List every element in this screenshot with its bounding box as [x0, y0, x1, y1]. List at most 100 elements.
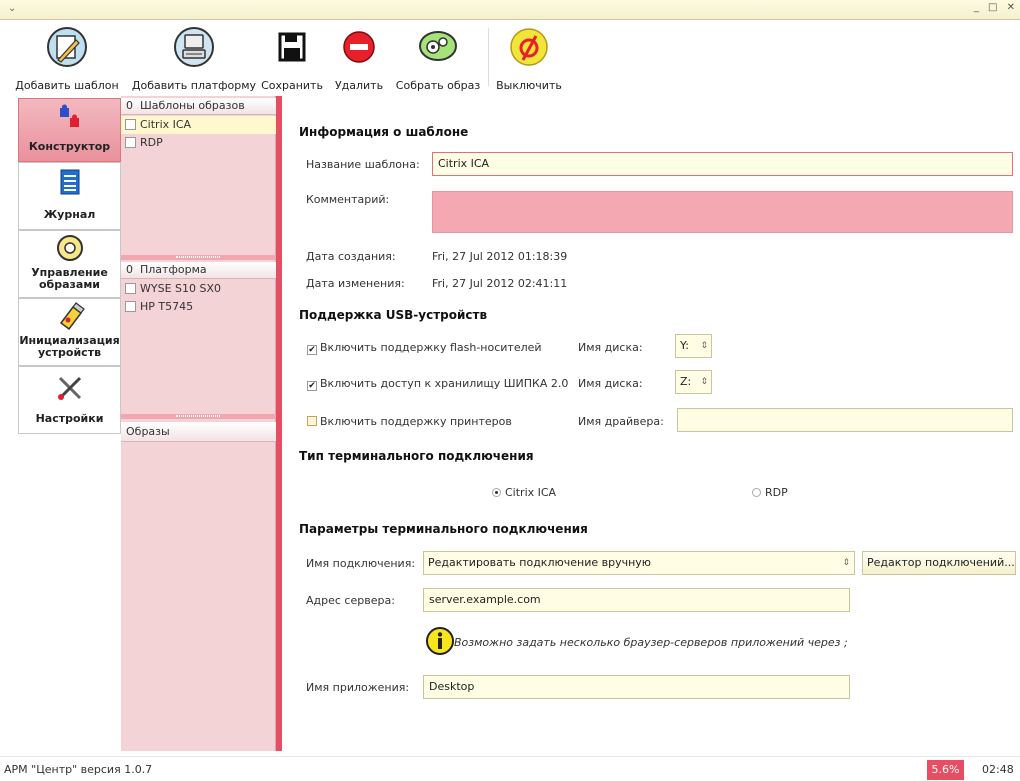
flash-drive-label: Имя диска:	[578, 341, 643, 354]
add-template-button[interactable]: Добавить шаблон	[6, 22, 128, 96]
clock: 02:48	[982, 763, 1014, 776]
nav-image-management[interactable]: Управление образами	[18, 230, 121, 298]
power-off-button[interactable]: Выключить	[492, 22, 566, 96]
checkbox-mark	[307, 416, 317, 426]
template-form: Информация о шаблоне Название шаблона: C…	[282, 96, 1020, 751]
template-name-input[interactable]: Citrix ICA	[432, 152, 1013, 176]
toolbar: Добавить шаблон Добавить платформу Сохра…	[0, 20, 1020, 96]
spin-arrows-icon: ⇕	[700, 341, 708, 351]
toolbar-separator	[488, 28, 489, 86]
nav-device-init[interactable]: Инициализация устройств	[18, 298, 121, 366]
shipka-drive-select[interactable]: Z: ⇕	[675, 370, 712, 394]
comment-label: Комментарий:	[306, 193, 390, 206]
radio-dot	[752, 488, 761, 497]
radio-citrix[interactable]: Citrix ICA	[492, 486, 556, 499]
tree-item-label: WYSE S10 SX0	[140, 282, 222, 295]
templates-header[interactable]: 0 Шаблоны образов	[121, 98, 276, 115]
status-bar: АРМ "Центр" версия 1.0.7 5.6% 02:48	[0, 756, 1020, 781]
floppy-icon	[278, 32, 306, 62]
tree-item-wyse[interactable]: WYSE S10 SX0	[121, 280, 276, 298]
app-name-input[interactable]: Desktop	[423, 675, 850, 699]
printers-support-label: Включить поддержку принтеров	[320, 415, 512, 428]
thin-client-icon	[174, 27, 214, 67]
usb-stick-icon	[59, 302, 85, 331]
window-menu-icon[interactable]: ⌄	[8, 3, 16, 14]
radio-rdp[interactable]: RDP	[752, 486, 788, 499]
checkbox-mark: ✔	[307, 345, 317, 355]
tree-splitter[interactable]	[121, 255, 276, 260]
radio-rdp-label: RDP	[765, 486, 788, 499]
platforms-title: Платформа	[140, 263, 207, 276]
chevron-updown-icon: ⇕	[842, 558, 850, 568]
conn-name-select[interactable]: Редактировать подключение вручную ⇕	[423, 551, 855, 575]
conn-name-value: Редактировать подключение вручную	[428, 556, 652, 569]
shipka-access-checkbox[interactable]: ✔ Включить доступ к хранилищу ШИПКА 2.0	[307, 377, 568, 391]
radio-citrix-label: Citrix ICA	[505, 486, 557, 499]
checkbox[interactable]	[125, 301, 136, 312]
printer-driver-label: Имя драйвера:	[578, 415, 664, 428]
images-title: Образы	[126, 425, 170, 438]
gears-icon	[419, 31, 457, 61]
nav-journal[interactable]: Журнал	[18, 162, 121, 230]
power-off-icon	[510, 28, 548, 66]
nav-journal-label: Журнал	[43, 208, 96, 221]
usb-section-title: Поддержка USB-устройств	[299, 308, 488, 322]
images-header[interactable]: Образы	[121, 422, 276, 442]
template-info-title: Информация о шаблоне	[299, 125, 469, 139]
nav-settings[interactable]: Настройки	[18, 366, 121, 434]
flash-support-checkbox[interactable]: ✔ Включить поддержку flash-носителей	[307, 341, 542, 355]
save-label: Сохранить	[261, 79, 323, 92]
disc-icon	[56, 235, 83, 261]
title-bar: ⌄ _ □ ✕	[0, 0, 1020, 20]
window-buttons[interactable]: _ □ ✕	[974, 2, 1018, 13]
checkbox[interactable]	[125, 119, 136, 130]
templates-title: Шаблоны образов	[140, 99, 245, 112]
conn-name-label: Имя подключения:	[306, 557, 416, 570]
connection-editor-button[interactable]: Редактор подключений...	[862, 551, 1016, 575]
shipka-access-label: Включить доступ к хранилищу ШИПКА 2.0	[320, 377, 569, 390]
build-image-button[interactable]: Собрать образ	[392, 22, 484, 96]
info-icon	[426, 627, 454, 655]
power-off-label: Выключить	[496, 79, 562, 92]
template-pencil-icon	[47, 27, 87, 67]
server-address-input[interactable]: server.example.com	[423, 588, 850, 612]
flash-drive-value: Y:	[680, 339, 689, 352]
journal-icon	[60, 169, 79, 195]
checkbox[interactable]	[125, 137, 136, 148]
delete-icon	[343, 31, 375, 63]
tree-splitter[interactable]	[121, 414, 276, 419]
nav-settings-label: Настройки	[35, 412, 104, 425]
tools-icon	[57, 376, 81, 400]
shipka-drive-value: Z:	[680, 375, 692, 388]
nav-device-init-label: Инициализация устройств	[19, 334, 120, 359]
shipka-drive-label: Имя диска:	[578, 377, 643, 390]
modified-value: Fri, 27 Jul 2012 02:41:11	[432, 277, 568, 290]
template-name-label: Название шаблона:	[306, 158, 420, 171]
checkbox[interactable]	[125, 283, 136, 294]
tree-item-rdp[interactable]: RDP	[121, 134, 276, 152]
save-button[interactable]: Сохранить	[260, 22, 324, 96]
side-navigation: Конструктор Журнал Управление образами И…	[18, 96, 121, 751]
flash-drive-select[interactable]: Y: ⇕	[675, 334, 712, 358]
platforms-header[interactable]: 0 Платформа	[121, 262, 276, 279]
comment-input[interactable]	[432, 191, 1013, 233]
servers-hint: Возможно задать несколько браузер-сервер…	[454, 636, 848, 649]
version-text: АРМ "Центр" версия 1.0.7	[4, 763, 153, 776]
tree-item-citrix-ica[interactable]: Citrix ICA	[121, 116, 276, 134]
platforms-count: 0	[126, 263, 133, 276]
app-name-label: Имя приложения:	[306, 681, 410, 694]
add-platform-button[interactable]: Добавить платформу	[129, 22, 259, 96]
cpu-indicator: 5.6%	[927, 760, 964, 780]
delete-button[interactable]: Удалить	[330, 22, 388, 96]
tree-item-hp[interactable]: HP T5745	[121, 298, 276, 316]
conn-params-title: Параметры терминального подключения	[299, 522, 588, 536]
tree-item-label: RDP	[140, 136, 163, 149]
printer-driver-input[interactable]	[677, 408, 1013, 432]
server-address-label: Адрес сервера:	[306, 594, 395, 607]
spin-arrows-icon: ⇕	[700, 377, 708, 387]
printers-support-checkbox[interactable]: Включить поддержку принтеров	[307, 415, 512, 428]
tree-panel: 0 Шаблоны образов Citrix ICA RDP 0 Платф…	[121, 96, 276, 751]
modified-label: Дата изменения:	[306, 277, 405, 290]
tree-item-label: HP T5745	[140, 300, 194, 313]
nav-constructor[interactable]: Конструктор	[18, 98, 121, 162]
